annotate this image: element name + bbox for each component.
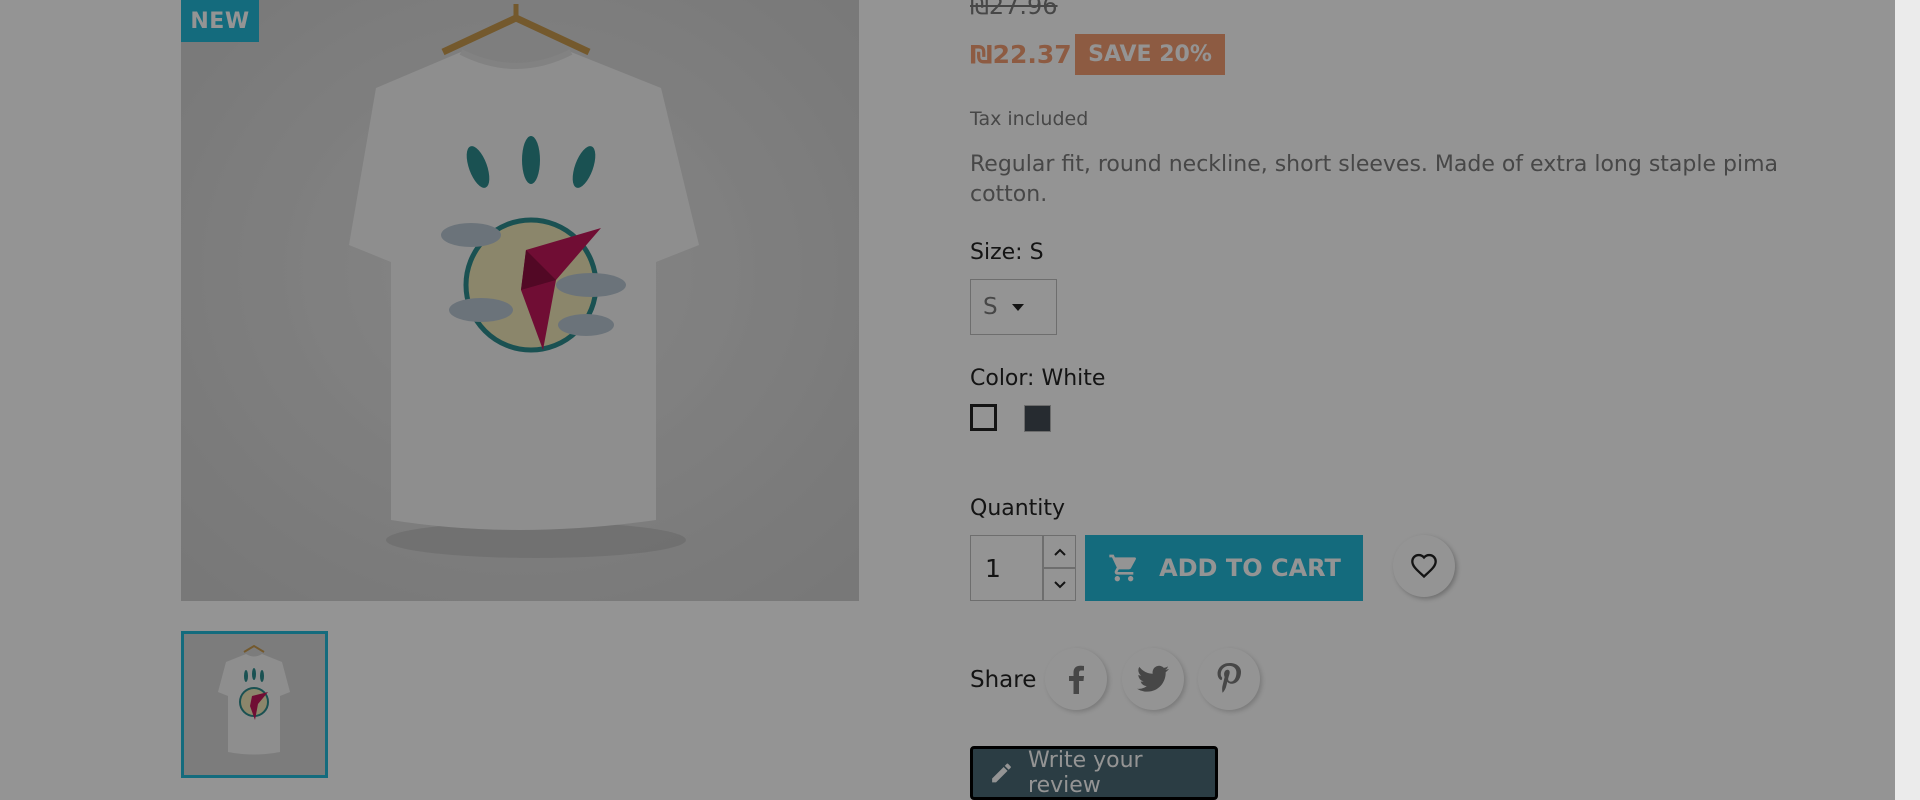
vertical-scrollbar[interactable] xyxy=(1895,0,1920,800)
modal-overlay[interactable] xyxy=(0,0,1895,800)
